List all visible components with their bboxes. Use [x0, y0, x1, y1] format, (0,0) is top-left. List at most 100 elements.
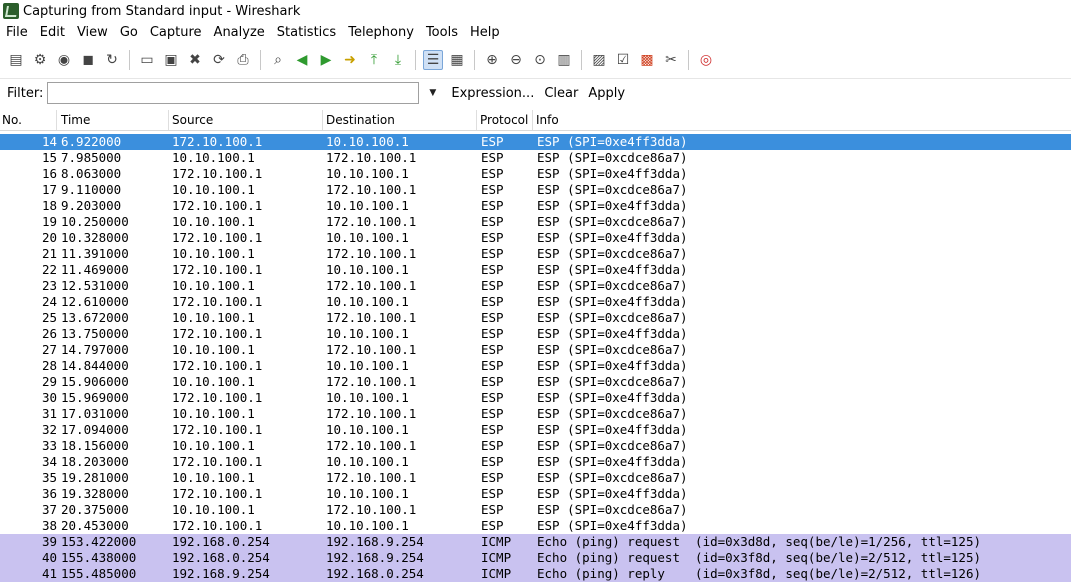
column-header-info[interactable]: Info	[536, 113, 559, 127]
menu-edit[interactable]: Edit	[34, 25, 71, 40]
packet-destination: 192.168.9.254	[326, 534, 424, 549]
column-header-source[interactable]: Source	[172, 113, 213, 127]
go-last-icon[interactable]: ⤓	[388, 50, 408, 70]
table-row[interactable]: 15 7.985000 10.10.100.1 172.10.100.1 ESP ESP …	[0, 150, 1071, 166]
column-divider[interactable]	[322, 110, 323, 130]
capture-options-icon[interactable]: ⚙	[30, 50, 50, 70]
packet-destination: 10.10.100.1	[326, 422, 409, 437]
packet-protocol: ESP	[481, 502, 504, 517]
table-row[interactable]: 41 155.485000 192.168.9.254 192.168.0.254 IC…	[0, 566, 1071, 582]
table-row[interactable]: 17 9.110000 10.10.100.1 172.10.100.1 ESP ESP …	[0, 182, 1071, 198]
menu-tools[interactable]: Tools	[420, 25, 464, 40]
column-header-protocol[interactable]: Protocol	[480, 113, 528, 127]
packet-no: 39	[41, 534, 57, 549]
go-to-packet-icon[interactable]: ➜	[340, 50, 360, 70]
menu-view[interactable]: View	[71, 25, 114, 40]
reload-icon[interactable]: ⟳	[209, 50, 229, 70]
table-row[interactable]: 28 14.844000 172.10.100.1 10.10.100.1 ESP ESP…	[0, 358, 1071, 374]
column-header-destination[interactable]: Destination	[326, 113, 395, 127]
table-row[interactable]: 40 155.438000 192.168.0.254 192.168.9.254 IC…	[0, 550, 1071, 566]
packet-protocol: ICMP	[481, 566, 512, 581]
apply-button[interactable]: Apply	[588, 86, 625, 101]
restart-capture-icon[interactable]: ↻	[102, 50, 122, 70]
go-forward-icon[interactable]: ▶	[316, 50, 336, 70]
stop-capture-icon[interactable]: ◼	[78, 50, 98, 70]
table-row[interactable]: 19 10.250000 10.10.100.1 172.10.100.1 ESP ESP…	[0, 214, 1071, 230]
capture-filters-icon[interactable]: ▨	[589, 50, 609, 70]
table-row[interactable]: 22 11.469000 172.10.100.1 10.10.100.1 ESP ESP…	[0, 262, 1071, 278]
packet-destination: 10.10.100.1	[326, 486, 409, 501]
table-row[interactable]: 24 12.610000 172.10.100.1 10.10.100.1 ESP ESP…	[0, 294, 1071, 310]
print-icon[interactable]: ⎙	[233, 50, 253, 70]
table-row[interactable]: 25 13.672000 10.10.100.1 172.10.100.1 ESP ESP…	[0, 310, 1071, 326]
menu-statistics[interactable]: Statistics	[271, 25, 342, 40]
save-file-icon[interactable]: ▣	[161, 50, 181, 70]
packet-time: 14.844000	[61, 358, 129, 373]
display-filters-icon[interactable]: ☑	[613, 50, 633, 70]
go-back-icon[interactable]: ◀	[292, 50, 312, 70]
packet-destination: 172.10.100.1	[326, 438, 417, 453]
table-row[interactable]: 30 15.969000 172.10.100.1 10.10.100.1 ESP ESP…	[0, 390, 1071, 406]
table-row[interactable]: 38 20.453000 172.10.100.1 10.10.100.1 ESP ESP…	[0, 518, 1071, 534]
table-row[interactable]: 26 13.750000 172.10.100.1 10.10.100.1 ESP ESP…	[0, 326, 1071, 342]
table-row[interactable]: 32 17.094000 172.10.100.1 10.10.100.1 ESP ESP…	[0, 422, 1071, 438]
packet-time: 13.672000	[61, 310, 129, 325]
open-file-icon[interactable]: ▭	[137, 50, 157, 70]
menu-help[interactable]: Help	[464, 25, 506, 40]
column-header-time[interactable]: Time	[61, 113, 90, 127]
table-row[interactable]: 33 18.156000 10.10.100.1 172.10.100.1 ESP ESP…	[0, 438, 1071, 454]
find-packet-icon[interactable]: ⌕	[268, 50, 288, 70]
column-header-no[interactable]: No.	[2, 113, 22, 127]
table-row[interactable]: 16 8.063000 172.10.100.1 10.10.100.1 ESP ESP …	[0, 166, 1071, 182]
table-row[interactable]: 14 6.922000 172.10.100.1 10.10.100.1 ESP ESP …	[0, 134, 1071, 150]
clear-button[interactable]: Clear	[544, 86, 578, 101]
table-row[interactable]: 23 12.531000 10.10.100.1 172.10.100.1 ESP ESP…	[0, 278, 1071, 294]
zoom-in-icon[interactable]: ⊕	[482, 50, 502, 70]
packet-no: 23	[41, 278, 57, 293]
column-divider[interactable]	[168, 110, 169, 130]
zoom-out-icon[interactable]: ⊖	[506, 50, 526, 70]
packet-no: 19	[41, 214, 57, 229]
packet-no: 36	[41, 486, 57, 501]
packet-protocol: ESP	[481, 342, 504, 357]
preferences-icon[interactable]: ✂	[661, 50, 681, 70]
packet-no: 29	[41, 374, 57, 389]
resize-columns-icon[interactable]: ▥	[554, 50, 574, 70]
auto-scroll-icon[interactable]: ▦	[447, 50, 467, 70]
column-divider[interactable]	[476, 110, 477, 130]
toolbar-separator	[688, 50, 689, 70]
table-row[interactable]: 18 9.203000 172.10.100.1 10.10.100.1 ESP ESP …	[0, 198, 1071, 214]
interface-list-icon[interactable]: ▤	[6, 50, 26, 70]
go-first-icon[interactable]: ⤒	[364, 50, 384, 70]
expression-button[interactable]: Expression...	[451, 86, 534, 101]
menu-capture[interactable]: Capture	[144, 25, 208, 40]
wireshark-logo-icon	[3, 3, 19, 19]
table-row[interactable]: 21 11.391000 10.10.100.1 172.10.100.1 ESP ESP…	[0, 246, 1071, 262]
normal-size-icon[interactable]: ⊙	[530, 50, 550, 70]
menu-file[interactable]: File	[0, 25, 34, 40]
column-divider[interactable]	[532, 110, 533, 130]
packet-time: 20.453000	[61, 518, 129, 533]
menu-telephony[interactable]: Telephony	[342, 25, 420, 40]
menu-go[interactable]: Go	[114, 25, 144, 40]
table-row[interactable]: 20 10.328000 172.10.100.1 10.10.100.1 ESP ESP…	[0, 230, 1071, 246]
table-row[interactable]: 35 19.281000 10.10.100.1 172.10.100.1 ESP ESP…	[0, 470, 1071, 486]
table-row[interactable]: 39 153.422000 192.168.0.254 192.168.9.254 IC…	[0, 534, 1071, 550]
start-capture-icon[interactable]: ◉	[54, 50, 74, 70]
chevron-down-icon[interactable]: ▼	[429, 88, 441, 98]
colorize-icon[interactable]: ☰	[423, 50, 443, 70]
packet-protocol: ESP	[481, 150, 504, 165]
close-file-icon[interactable]: ✖	[185, 50, 205, 70]
filter-input[interactable]	[47, 82, 420, 104]
table-row[interactable]: 36 19.328000 172.10.100.1 10.10.100.1 ESP ESP…	[0, 486, 1071, 502]
table-row[interactable]: 29 15.906000 10.10.100.1 172.10.100.1 ESP ESP…	[0, 374, 1071, 390]
coloring-rules-icon[interactable]: ▩	[637, 50, 657, 70]
help-icon[interactable]: ◎	[696, 50, 716, 70]
packet-time: 155.485000	[61, 566, 137, 581]
table-row[interactable]: 31 17.031000 10.10.100.1 172.10.100.1 ESP ESP…	[0, 406, 1071, 422]
menu-analyze[interactable]: Analyze	[208, 25, 271, 40]
table-row[interactable]: 37 20.375000 10.10.100.1 172.10.100.1 ESP ESP…	[0, 502, 1071, 518]
column-divider[interactable]	[56, 110, 57, 130]
table-row[interactable]: 27 14.797000 10.10.100.1 172.10.100.1 ESP ESP…	[0, 342, 1071, 358]
table-row[interactable]: 34 18.203000 172.10.100.1 10.10.100.1 ESP ESP…	[0, 454, 1071, 470]
